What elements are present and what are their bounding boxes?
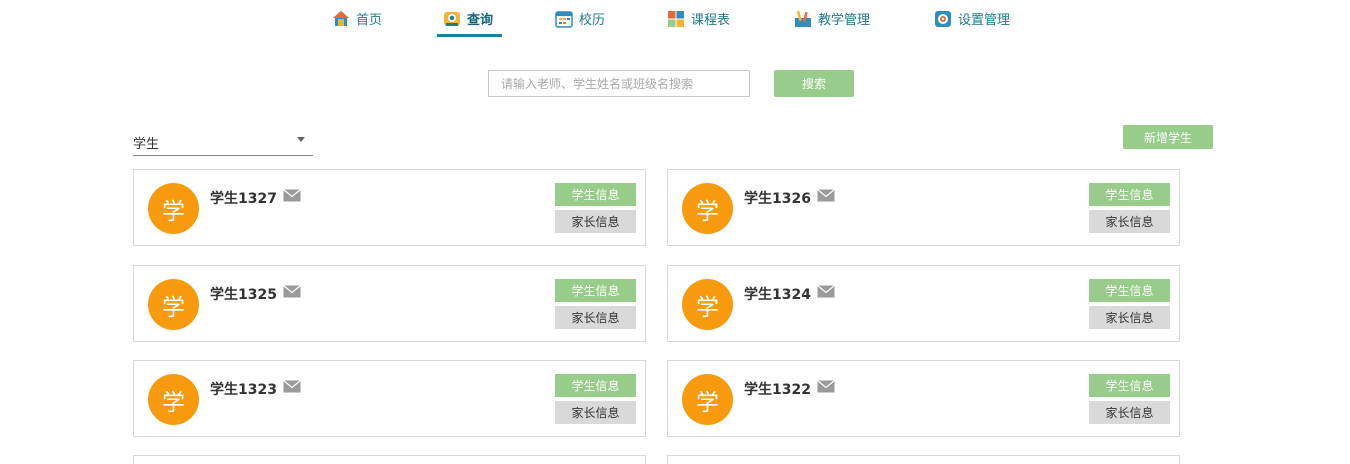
student-card: 学 学生1327 学生信息 家长信息: [133, 169, 646, 246]
calendar-icon: [555, 10, 573, 28]
student-info-button[interactable]: 学生信息: [1089, 279, 1170, 302]
mail-icon[interactable]: [283, 189, 301, 202]
nav-label: 校历: [579, 13, 606, 28]
avatar: 学: [682, 183, 733, 234]
parent-info-button[interactable]: 家长信息: [1089, 401, 1170, 424]
student-info-button[interactable]: 学生信息: [1089, 183, 1170, 206]
student-name: 学生1327: [210, 191, 277, 207]
active-tab-indicator: [437, 34, 502, 37]
add-student-button[interactable]: 新增学生: [1123, 125, 1213, 149]
nav-item-query[interactable]: 查询: [443, 0, 493, 37]
student-card-partial: [133, 455, 646, 464]
student-card: 学 学生1323 学生信息 家长信息: [133, 360, 646, 437]
role-select-value: 学生: [133, 137, 160, 152]
avatar: 学: [148, 183, 199, 234]
student-name: 学生1324: [744, 287, 811, 303]
student-card: 学 学生1322 学生信息 家长信息: [667, 360, 1180, 437]
student-card-partial: [667, 455, 1180, 464]
nav-item-teaching[interactable]: 教学管理: [794, 0, 870, 37]
student-name: 学生1323: [210, 382, 277, 398]
mail-icon[interactable]: [283, 285, 301, 298]
student-info-button[interactable]: 学生信息: [1089, 374, 1170, 397]
search-input[interactable]: [488, 70, 750, 97]
schedule-icon: [668, 10, 684, 27]
search-button[interactable]: 搜索: [774, 70, 854, 97]
student-card: 学 学生1324 学生信息 家长信息: [667, 265, 1180, 342]
parent-info-button[interactable]: 家长信息: [555, 210, 636, 233]
student-info-button[interactable]: 学生信息: [555, 279, 636, 302]
mail-icon[interactable]: [817, 285, 835, 298]
avatar: 学: [682, 279, 733, 330]
parent-info-button[interactable]: 家长信息: [1089, 210, 1170, 233]
student-card: 学 学生1326 学生信息 家长信息: [667, 169, 1180, 246]
parent-info-button[interactable]: 家长信息: [555, 306, 636, 329]
student-name: 学生1322: [744, 382, 811, 398]
chevron-down-icon: [297, 137, 305, 142]
avatar: 学: [148, 279, 199, 330]
teaching-icon: [795, 10, 811, 27]
mail-icon[interactable]: [283, 380, 301, 393]
nav-label: 首页: [356, 13, 383, 28]
nav-item-home[interactable]: 首页: [332, 0, 382, 37]
nav-item-settings[interactable]: 设置管理: [934, 0, 1010, 37]
student-info-button[interactable]: 学生信息: [555, 183, 636, 206]
mail-icon[interactable]: [817, 380, 835, 393]
student-card: 学 学生1325 学生信息 家长信息: [133, 265, 646, 342]
nav-label: 设置管理: [958, 13, 1011, 28]
student-name: 学生1326: [744, 191, 811, 207]
avatar: 学: [148, 374, 199, 425]
parent-info-button[interactable]: 家长信息: [555, 401, 636, 424]
nav-item-calendar[interactable]: 校历: [555, 0, 605, 37]
student-name: 学生1325: [210, 287, 277, 303]
nav-label: 课程表: [691, 13, 731, 28]
nav-label: 教学管理: [818, 13, 871, 28]
parent-info-button[interactable]: 家长信息: [1089, 306, 1170, 329]
mail-icon[interactable]: [817, 189, 835, 202]
student-info-button[interactable]: 学生信息: [555, 374, 636, 397]
settings-icon: [935, 10, 951, 27]
nav-label: 查询: [467, 13, 494, 28]
role-select[interactable]: 学生: [133, 126, 313, 156]
home-icon: [333, 10, 349, 26]
query-icon: [444, 11, 460, 26]
top-nav: 首页 查询 校历 课程表 教学管理 设置管理: [0, 0, 1350, 40]
nav-item-schedule[interactable]: 课程表: [667, 0, 730, 37]
avatar: 学: [682, 374, 733, 425]
